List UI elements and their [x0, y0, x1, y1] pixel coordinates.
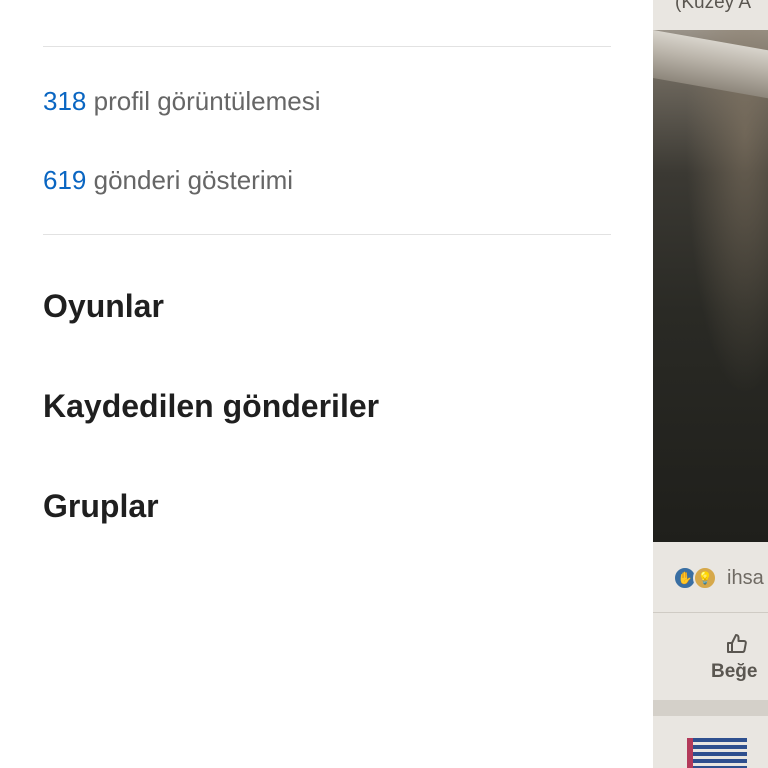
screen: (Kuzey A ✋ 💡 ihsa Beğe 318 profil görünt…: [0, 0, 768, 768]
thumbs-up-icon: [717, 632, 757, 661]
menu-item-groups[interactable]: Gruplar: [43, 488, 159, 525]
like-button[interactable]: Beğe: [711, 632, 757, 683]
like-label: Beğe: [711, 661, 758, 682]
profile-views-label: profil görüntülemesi: [93, 86, 321, 116]
menu-item-saved-posts[interactable]: Kaydedilen gönderiler: [43, 388, 379, 425]
feed-reactions[interactable]: ✋ 💡 ihsa: [673, 566, 764, 590]
navigation-drawer: 318 profil görüntülemesi 619 gönderi gös…: [0, 0, 653, 768]
background-feed[interactable]: (Kuzey A ✋ 💡 ihsa Beğe: [653, 0, 768, 768]
divider-top: [43, 46, 611, 47]
divider-middle: [43, 234, 611, 235]
menu-item-games[interactable]: Oyunlar: [43, 288, 164, 325]
feed-post-image[interactable]: [653, 30, 768, 542]
post-impressions-count: 619: [43, 165, 87, 195]
lightbulb-reaction-icon: 💡: [693, 566, 717, 590]
post-impressions-label: gönderi gösterimi: [93, 165, 294, 195]
feed-reactor-name: ihsa: [727, 566, 764, 589]
feed-separator: [653, 700, 768, 716]
feed-post-caption: (Kuzey A: [675, 0, 752, 13]
profile-views-link[interactable]: 318 profil görüntülemesi: [43, 86, 321, 117]
post-impressions-link[interactable]: 619 gönderi gösterimi: [43, 165, 293, 196]
profile-views-count: 318: [43, 86, 87, 116]
feed-divider: [653, 612, 768, 613]
company-logo[interactable]: [687, 738, 747, 768]
